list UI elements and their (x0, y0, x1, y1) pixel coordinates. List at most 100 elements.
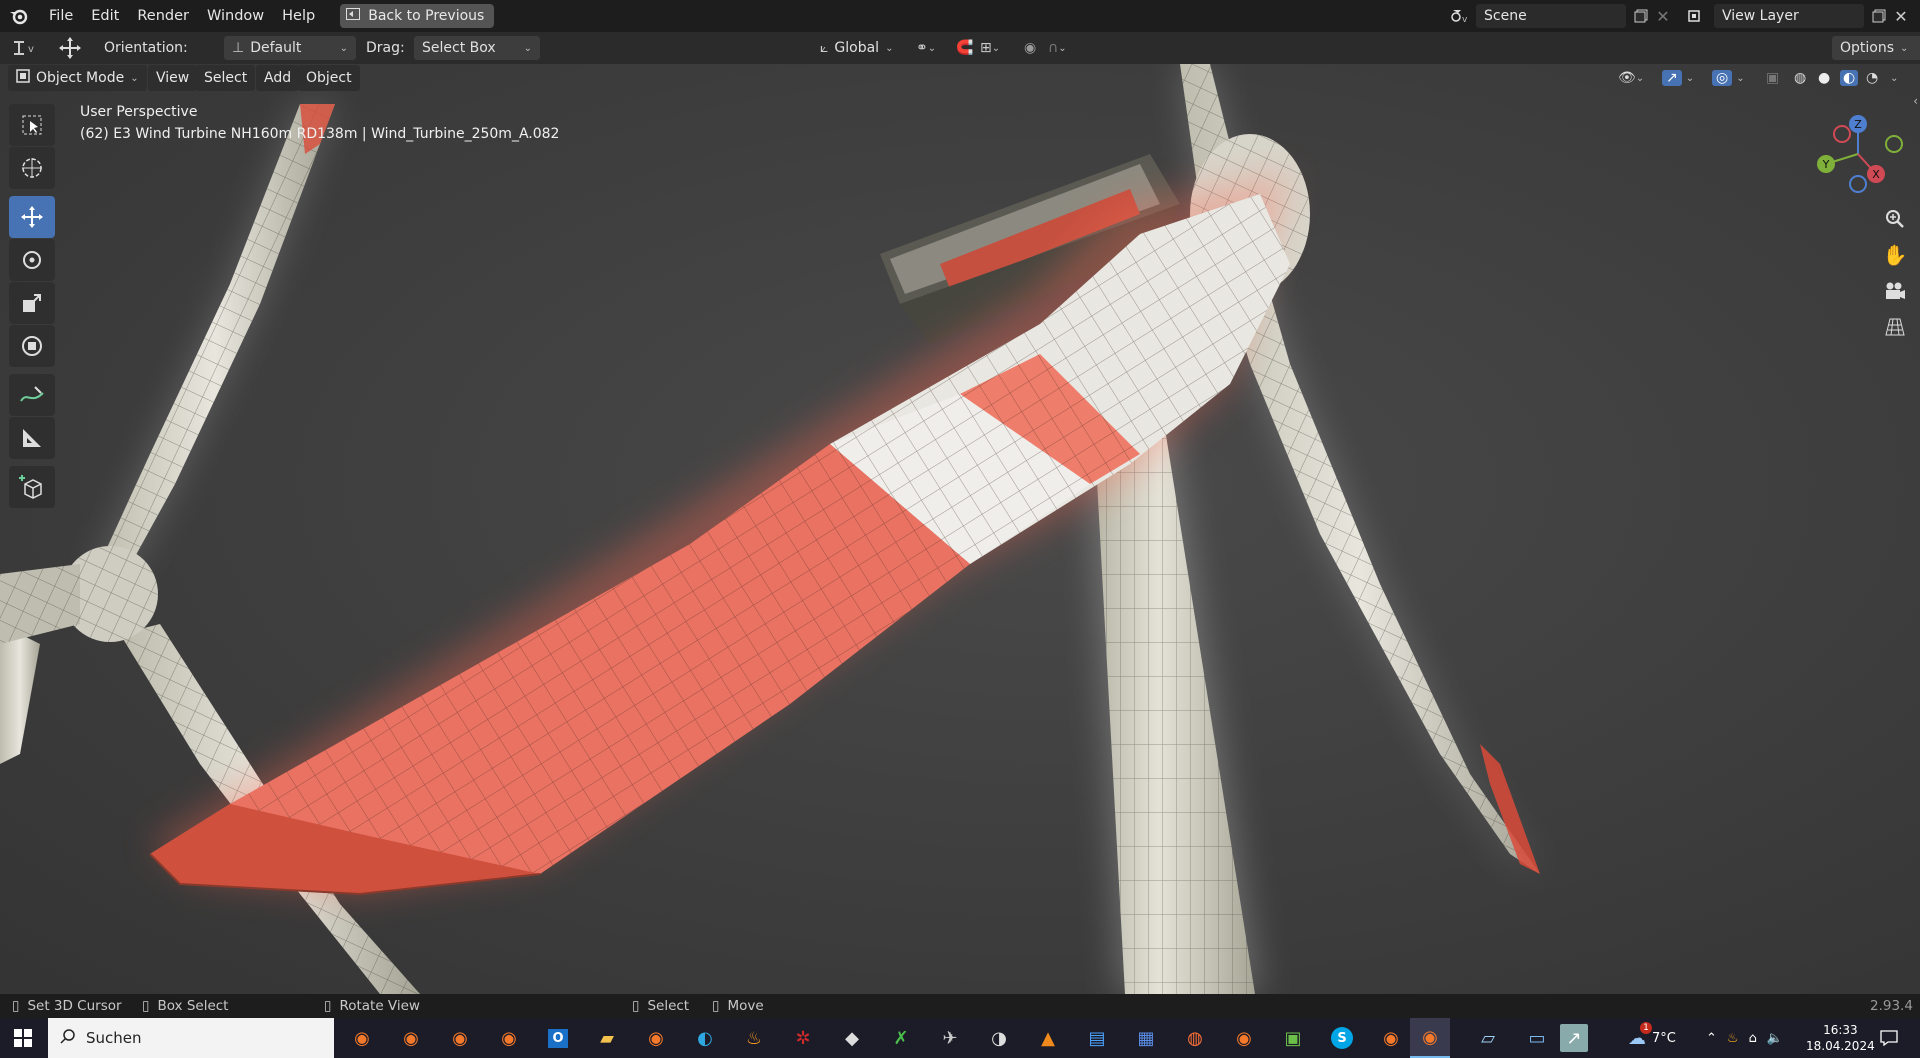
tool-column (9, 104, 59, 509)
blender-app-icon[interactable]: ◉ (642, 1024, 670, 1052)
snap-icon[interactable]: 🧲 (956, 36, 973, 60)
view-menu[interactable]: View (148, 65, 198, 91)
cloud-weather-icon: ☁ 1 (1628, 1021, 1652, 1049)
image-app-icon[interactable]: ▣ (1279, 1024, 1307, 1052)
file-explorer-icon[interactable]: ▰ (593, 1024, 621, 1052)
svg-text:v: v (1462, 15, 1468, 24)
save-app-icon[interactable]: ▦ (1132, 1024, 1160, 1052)
xray-toggle-icon[interactable]: ▣ (1766, 65, 1779, 91)
remove-scene-icon[interactable]: ✕ (1652, 5, 1674, 27)
search-placeholder: Suchen (86, 1029, 142, 1047)
select-menu[interactable]: Select (196, 65, 256, 91)
mouse-drag-icon: ▯ (142, 998, 150, 1014)
blender-app-icon[interactable]: ◉ (1230, 1024, 1258, 1052)
menu-help[interactable]: Help (273, 0, 324, 32)
orientation-label: Orientation: (104, 40, 188, 56)
gizmo-toggle-icon[interactable]: ↗ ⌄ (1662, 65, 1694, 91)
blender-app-icon[interactable]: ◉ (495, 1024, 523, 1052)
rendered-shading-icon[interactable]: ◔ (1866, 65, 1878, 91)
pan-hand-icon[interactable]: ✋ (1880, 240, 1910, 270)
sidebar-toggle-icon[interactable]: ‹ (1913, 94, 1918, 108)
add-menu[interactable]: Add (256, 65, 300, 91)
solid-shading-icon[interactable]: ● (1818, 65, 1830, 91)
camera-view-icon[interactable] (1880, 276, 1910, 306)
global-axis-icon: ⟀ (820, 40, 829, 56)
measure-tool[interactable] (9, 417, 55, 459)
menu-file[interactable]: File (40, 0, 82, 32)
blender-app-icon[interactable]: ◉ (397, 1024, 425, 1052)
firefox-icon[interactable]: ◍ (1181, 1024, 1209, 1052)
drone-app-icon[interactable]: ✈ (936, 1024, 964, 1052)
orientation-dropdown[interactable]: ⊥ Default ⌄ (224, 36, 356, 60)
weather-widget[interactable]: ☁ 1 7°C (1628, 1018, 1676, 1058)
transform-space-value: Global (834, 40, 880, 56)
transform-space-dropdown[interactable]: ⟀ Global ⌄ (812, 36, 920, 60)
object-mode-dropdown[interactable]: Object Mode ⌄ (8, 65, 147, 91)
new-view-layer-icon[interactable] (1868, 5, 1890, 27)
visibility-icon[interactable]: 👁 ⌄ (1618, 65, 1644, 91)
view-layer-browse-icon[interactable] (1686, 5, 1708, 27)
add-cube-tool[interactable] (9, 466, 55, 508)
rotate-tool[interactable] (9, 239, 55, 281)
network-icon[interactable]: ⌂ (1749, 1031, 1757, 1046)
outlook-icon[interactable]: O (544, 1024, 572, 1052)
menu-window[interactable]: Window (198, 0, 273, 32)
annotate-tool[interactable] (9, 374, 55, 416)
red-app-icon[interactable]: ✲ (789, 1024, 817, 1052)
blender-app-icon[interactable]: ◉ (348, 1024, 376, 1052)
options-dropdown[interactable]: Options ⌄ (1832, 36, 1920, 60)
windows-start-icon[interactable] (9, 1024, 37, 1052)
green-x-app-icon[interactable]: ✗ (887, 1024, 915, 1052)
drag-dropdown[interactable]: Select Box ⌄ (414, 36, 540, 60)
wireframe-shading-icon[interactable]: ◍ (1794, 65, 1806, 91)
blender-logo-icon[interactable] (8, 5, 30, 27)
falloff-icon[interactable]: ∩ ⌄ (1048, 36, 1067, 60)
object-menu[interactable]: Object (298, 65, 360, 91)
taskbar-search-box[interactable]: Suchen (48, 1018, 334, 1058)
3d-viewport[interactable]: Z Y X User Perspective (62) E3 Wind Turb… (0, 64, 1920, 994)
select-box-tool[interactable] (9, 104, 55, 146)
status-bar: ▯ Set 3D Cursor ▯ Box Select ▯ Rotate Vi… (0, 994, 1920, 1018)
scene-browse-icon[interactable]: v (1448, 5, 1470, 27)
flame-app-icon[interactable]: ♨ (740, 1024, 768, 1052)
material-shading-icon[interactable]: ◐ (1840, 65, 1859, 91)
scene-name-field[interactable]: Scene (1476, 4, 1626, 28)
remote-desktop-icon[interactable]: ▭ (1523, 1024, 1551, 1052)
overlay-toggle-icon[interactable]: ◎ ⌄ (1712, 65, 1745, 91)
planet-app-icon[interactable]: ◑ (985, 1024, 1013, 1052)
menu-render[interactable]: Render (128, 0, 198, 32)
tray-expand-icon[interactable]: ⌃ (1706, 1031, 1717, 1046)
back-to-previous-label: Back to Previous (368, 8, 485, 24)
document-app-icon[interactable]: ▤ (1083, 1024, 1111, 1052)
vlc-icon[interactable]: ▲ (1034, 1024, 1062, 1052)
transform-tool[interactable] (9, 325, 55, 367)
inkscape-icon[interactable]: ◆ (838, 1024, 866, 1052)
volume-icon[interactable]: 🔈 (1767, 1031, 1783, 1046)
shading-options-chevron-icon[interactable]: ⌄ (1890, 65, 1898, 91)
edge-browser-icon[interactable]: ◐ (691, 1024, 719, 1052)
blender-app-icon[interactable]: ◉ (446, 1024, 474, 1052)
snap-target-icon[interactable]: ⊞ ⌄ (980, 36, 1000, 60)
move-tool-icon[interactable] (56, 36, 84, 60)
notifications-icon[interactable] (1880, 1018, 1898, 1058)
clock[interactable]: 16:33 18.04.2024 (1806, 1018, 1875, 1058)
remove-view-layer-icon[interactable]: ✕ (1890, 5, 1912, 27)
arrow-app-icon[interactable]: ↗ (1560, 1024, 1588, 1052)
new-scene-icon[interactable] (1630, 5, 1652, 27)
pivot-point-icon[interactable]: ⚭ ⌄ (916, 36, 936, 60)
blender-active-app-icon[interactable]: ◉ (1410, 1018, 1450, 1058)
back-to-previous-button[interactable]: Back to Previous (340, 4, 495, 28)
view-layer-name-field[interactable]: View Layer (1714, 4, 1864, 28)
move-tool[interactable] (9, 196, 55, 238)
scale-tool[interactable] (9, 282, 55, 324)
zoom-icon[interactable] (1880, 204, 1910, 234)
editor-type-icon[interactable]: v (10, 36, 40, 60)
tray-flame-icon[interactable]: ♨ (1727, 1031, 1739, 1046)
cursor-tool[interactable] (9, 147, 55, 189)
notepad-app-icon[interactable]: ▱ (1474, 1024, 1502, 1052)
perspective-toggle-icon[interactable] (1880, 312, 1910, 342)
blender-app-icon[interactable]: ◉ (1377, 1024, 1405, 1052)
menu-edit[interactable]: Edit (82, 0, 128, 32)
proportional-editing-icon[interactable]: ◉ (1024, 36, 1036, 60)
skype-icon[interactable]: S (1328, 1024, 1356, 1052)
